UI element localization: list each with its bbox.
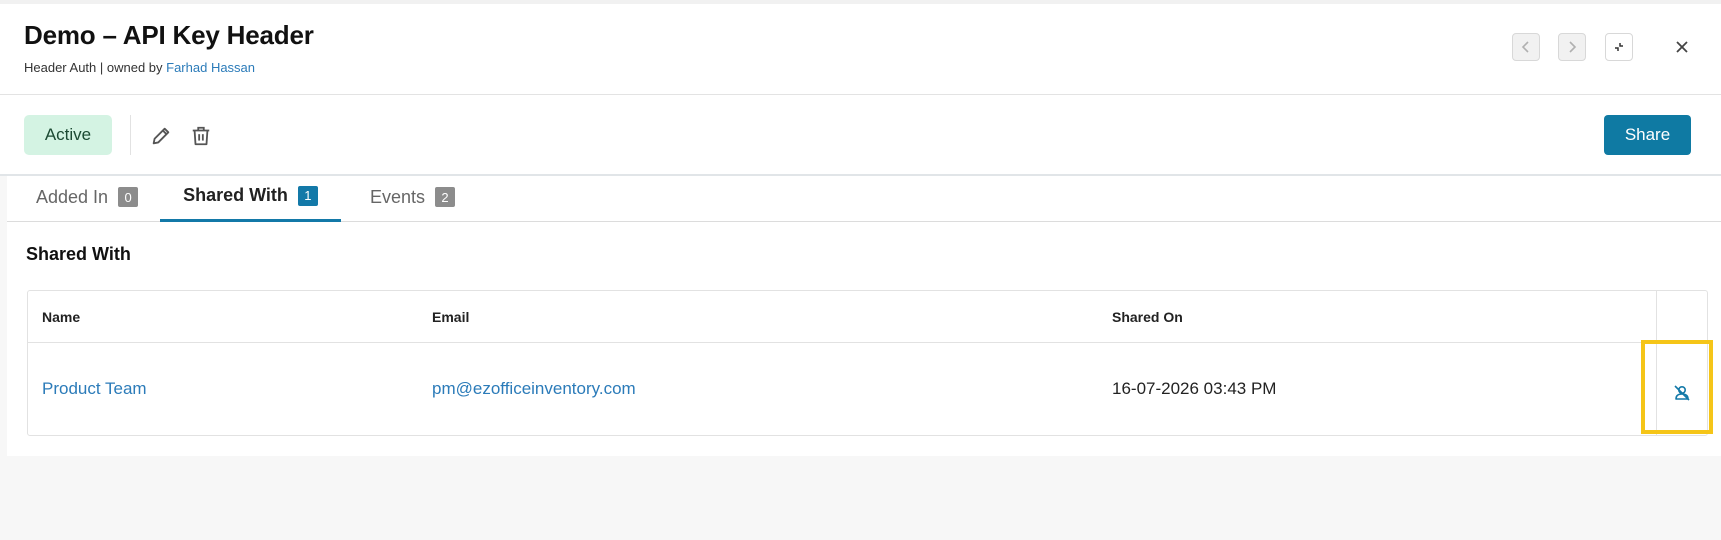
- tab-label: Added In: [36, 186, 109, 207]
- section-title: Shared With: [26, 244, 131, 264]
- tab-label: Shared With: [183, 185, 288, 205]
- tab-count-badge: 1: [297, 185, 318, 206]
- content-panel: Added In 0 Shared With 1 Events 2 Shared…: [7, 176, 1721, 456]
- subtitle-prefix: Header Auth | owned by: [24, 60, 167, 75]
- toolbar-divider: [130, 115, 131, 155]
- row-name-link[interactable]: Product Team: [42, 343, 147, 435]
- subtitle: Header Auth | owned by Farhad Hassan: [24, 60, 255, 75]
- share-button[interactable]: Share: [1604, 115, 1691, 155]
- header: Demo – API Key Header Header Auth | owne…: [0, 0, 1721, 95]
- tab-bar: Added In 0 Shared With 1 Events 2: [7, 176, 1721, 222]
- column-header-email: Email: [432, 308, 470, 325]
- chevron-left-icon: [1521, 41, 1529, 53]
- trash-icon: [192, 126, 210, 146]
- tab-shared-with[interactable]: Shared With 1: [160, 176, 341, 222]
- next-button[interactable]: [1558, 33, 1586, 61]
- tab-events[interactable]: Events 2: [370, 176, 456, 222]
- tab-added-in[interactable]: Added In 0: [36, 176, 139, 222]
- tab-label: Events: [370, 186, 426, 207]
- pencil-icon: [152, 127, 170, 145]
- delete-button[interactable]: [188, 123, 214, 149]
- toolbar: Active Share: [0, 95, 1721, 176]
- row-shared-on: 16-07-2026 03:43 PM: [1112, 379, 1277, 398]
- page: Demo – API Key Header Header Auth | owne…: [0, 0, 1721, 540]
- previous-button[interactable]: [1512, 33, 1540, 61]
- collapse-icon: [1615, 43, 1623, 51]
- unshare-button[interactable]: [1656, 343, 1707, 435]
- column-header-name: Name: [42, 308, 81, 325]
- status-badge: Active: [24, 115, 112, 155]
- row-email-link[interactable]: pm@ezofficeinventory.com: [432, 343, 636, 435]
- edit-button[interactable]: [148, 123, 174, 149]
- tab-count-badge: 2: [435, 187, 456, 207]
- close-icon: [1676, 41, 1688, 53]
- tab-count-badge: 0: [118, 187, 139, 207]
- unshare-user-icon: [1673, 385, 1690, 401]
- column-header-shared-on: Shared On: [1112, 308, 1183, 325]
- close-button[interactable]: [1668, 33, 1696, 61]
- page-title: Demo – API Key Header: [24, 20, 314, 50]
- chevron-right-icon: [1569, 41, 1577, 53]
- shared-with-table: Name Email Shared On Product Team pm@ezo…: [27, 290, 1708, 436]
- owner-link[interactable]: Farhad Hassan: [166, 60, 255, 75]
- table-divider: [28, 342, 1707, 343]
- collapse-button[interactable]: [1605, 33, 1633, 61]
